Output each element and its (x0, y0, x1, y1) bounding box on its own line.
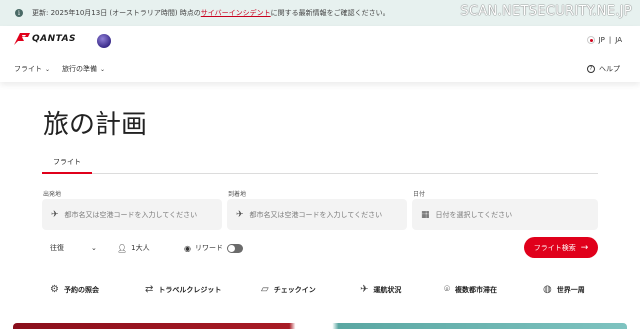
quick-link-multi-city[interactable]: ⌾ 複数都市滞在 (444, 284, 497, 295)
rewards-option: ◉ リワード (184, 243, 243, 253)
destination-placeholder: 都市名又は空港コードを入力してください (249, 210, 383, 219)
multi-city-icon: ⌾ (444, 284, 450, 295)
rewards-label: リワード (194, 244, 223, 252)
logo-text: QANTAS (32, 34, 77, 44)
quick-link-label: 世界一周 (556, 285, 585, 294)
rewards-toggle[interactable] (226, 243, 243, 253)
qantas-logo[interactable]: QANTAS (14, 33, 76, 45)
date-label: 日付 (413, 191, 426, 198)
chevron-down-icon: ⌄ (45, 66, 51, 73)
language-code: JA (615, 36, 622, 44)
date-field[interactable]: ▦ 日付を選択してください (412, 199, 598, 230)
main-nav: フライト ⌄ 旅行の準備 ⌄ (14, 64, 105, 74)
help-link[interactable]: ? ヘルプ (587, 64, 620, 74)
credit-icon: ⇄ (145, 284, 154, 295)
quick-link-travel-credit[interactable]: ⇄ トラベルクレジット (145, 284, 221, 295)
watermark: SCAN.NETSECURITY.NE.JP (460, 4, 632, 19)
info-icon: i (15, 9, 23, 17)
region-code: JP (598, 36, 605, 44)
booking-tabs: フライト (42, 155, 598, 174)
lang-separator: | (608, 36, 612, 44)
banner-incident-link[interactable]: サイバーインシデント (201, 8, 271, 18)
tab-flights[interactable]: フライト (42, 155, 92, 174)
flight-status-icon: ✈ (360, 284, 369, 295)
kangaroo-icon (14, 33, 30, 45)
quick-link-check-in[interactable]: ▱ チェックイン (261, 284, 316, 295)
passenger-select[interactable]: 👤︎ 1大人 (117, 243, 150, 253)
trip-type-value: 往復 (50, 244, 64, 252)
calendar-icon: ▦ (421, 209, 430, 220)
destination-field[interactable]: ✈ 都市名又は空港コードを入力してください (227, 199, 407, 230)
origin-label: 出発地 (43, 191, 62, 198)
search-booking-icon: ⚙ (50, 284, 59, 295)
quick-link-label: チェックイン (273, 285, 316, 294)
language-selector[interactable]: JP | JA (586, 36, 622, 44)
chevron-down-icon: ⌄ (91, 244, 97, 252)
promo-banner-strip (13, 323, 627, 329)
quick-link-label: トラベルクレジット (158, 285, 222, 294)
quick-link-manage-booking[interactable]: ⚙ 予約の照会 (50, 284, 99, 295)
page-title: 旅の計画 (43, 110, 148, 140)
date-placeholder: 日付を選択してください (435, 210, 513, 219)
help-label: ヘルプ (599, 65, 620, 73)
ticket-icon: ▱ (261, 284, 269, 295)
japan-flag-icon (586, 36, 595, 44)
quick-link-label: 運航状況 (373, 285, 402, 294)
oneworld-icon (97, 34, 111, 48)
site-header: QANTAS JP | JA フライト ⌄ 旅行の準備 ⌄ ? ヘルプ (0, 26, 640, 82)
flight-search-button[interactable]: フライト検索 → (524, 237, 598, 258)
banner-suffix: に関する最新情報をご確認ください。 (270, 9, 390, 17)
origin-field[interactable]: ✈ 都市名又は空港コードを入力してください (42, 199, 222, 230)
quick-link-label: 複数都市滞在 (455, 285, 497, 294)
search-button-label: フライト検索 (533, 243, 576, 252)
nav-item-label: 旅行の準備 (62, 65, 98, 73)
trip-type-select[interactable]: 往復 ⌄ (50, 243, 97, 253)
arrival-icon: ✈ (236, 209, 244, 220)
person-icon: 👤︎ (117, 243, 128, 253)
help-icon: ? (587, 65, 595, 73)
quick-link-flight-status[interactable]: ✈ 運航状況 (360, 284, 401, 295)
nav-item-label: フライト (14, 65, 42, 73)
passenger-value: 1大人 (131, 244, 150, 252)
nav-item-travel-prep[interactable]: 旅行の準備 ⌄ (62, 64, 105, 74)
banner-prefix: 更新: 2025年10月13日 (オーストラリア時間) 時点の (32, 9, 201, 17)
arrow-right-icon: → (580, 242, 589, 253)
origin-placeholder: 都市名又は空港コードを入力してください (64, 210, 198, 219)
quick-link-label: 予約の照会 (63, 285, 99, 294)
globe-icon: ◍ (543, 284, 552, 295)
nav-item-flights[interactable]: フライト ⌄ (14, 64, 50, 74)
destination-label: 到着地 (228, 191, 247, 198)
quick-link-round-the-world[interactable]: ◍ 世界一周 (543, 284, 585, 295)
reward-icon: ◉ (184, 243, 191, 253)
chevron-down-icon: ⌄ (100, 66, 106, 73)
departure-icon: ✈ (51, 209, 59, 220)
